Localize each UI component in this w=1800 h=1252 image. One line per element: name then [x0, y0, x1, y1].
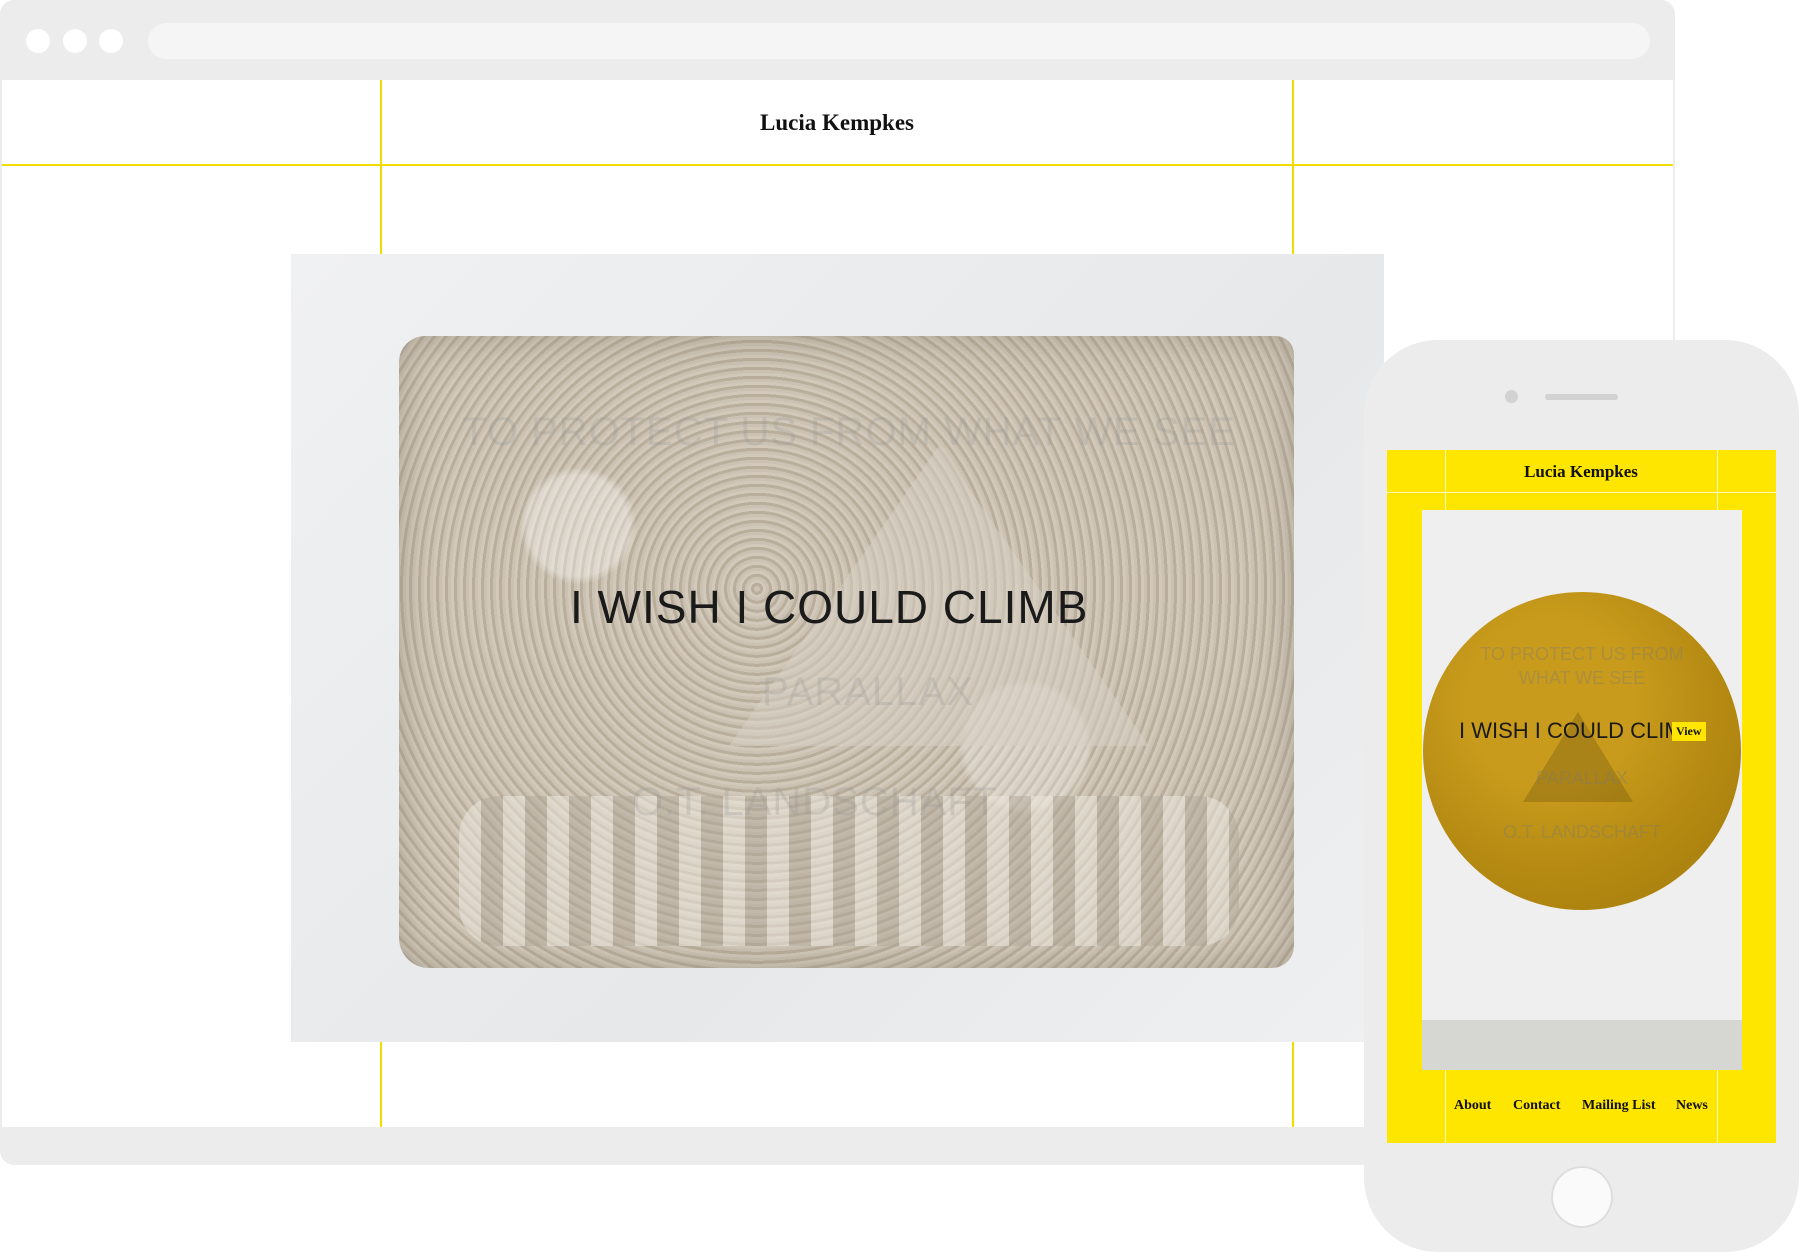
- round-rug-artwork: [1423, 592, 1741, 910]
- grid-line: [2, 164, 1673, 166]
- mobile-site-title[interactable]: Lucia Kempkes: [1445, 462, 1717, 482]
- artwork-image: [291, 254, 1384, 1042]
- mobile-project-link-parallax[interactable]: PARALLAX: [1422, 768, 1742, 789]
- nav-mailing-list[interactable]: Mailing List: [1582, 1098, 1656, 1114]
- mobile-screen: Lucia Kempkes TO PROTECT US FROM WHAT WE…: [1387, 450, 1776, 1143]
- project-link-protect[interactable]: TO PROTECT US FROM WHAT WE SEE: [462, 410, 1236, 455]
- floor-strip: [1422, 1020, 1742, 1070]
- mobile-project-link-landschaft[interactable]: O.T. LANDSCHAFT: [1422, 822, 1742, 843]
- nav-news[interactable]: News: [1676, 1098, 1708, 1114]
- window-dot-icon: [63, 29, 87, 53]
- project-link-parallax[interactable]: PARALLAX: [762, 670, 974, 715]
- grid-line: [1387, 492, 1776, 493]
- view-button[interactable]: View: [1672, 722, 1706, 741]
- camera-icon: [1505, 390, 1518, 403]
- nav-about[interactable]: About: [1454, 1098, 1491, 1114]
- address-bar[interactable]: [148, 23, 1650, 59]
- nav-contact[interactable]: Contact: [1513, 1098, 1560, 1114]
- window-dot-icon: [26, 29, 50, 53]
- site-title[interactable]: Lucia Kempkes: [382, 110, 1292, 136]
- speaker-grille: [1545, 394, 1618, 400]
- phone-frame: Lucia Kempkes TO PROTECT US FROM WHAT WE…: [1364, 340, 1799, 1252]
- mobile-project-link-protect[interactable]: TO PROTECT US FROM: [1422, 644, 1742, 665]
- project-link-climb[interactable]: I WISH I COULD CLIMB: [570, 580, 1088, 634]
- project-link-landschaft[interactable]: O.T. LANDSCHAFT: [632, 780, 998, 825]
- mobile-artwork-image: [1422, 510, 1742, 1070]
- mobile-project-link-protect-2[interactable]: WHAT WE SEE: [1422, 668, 1742, 689]
- mobile-project-link-climb[interactable]: I WISH I COULD CLIMB: [1459, 718, 1697, 744]
- window-dot-icon: [99, 29, 123, 53]
- home-button[interactable]: [1551, 1166, 1613, 1228]
